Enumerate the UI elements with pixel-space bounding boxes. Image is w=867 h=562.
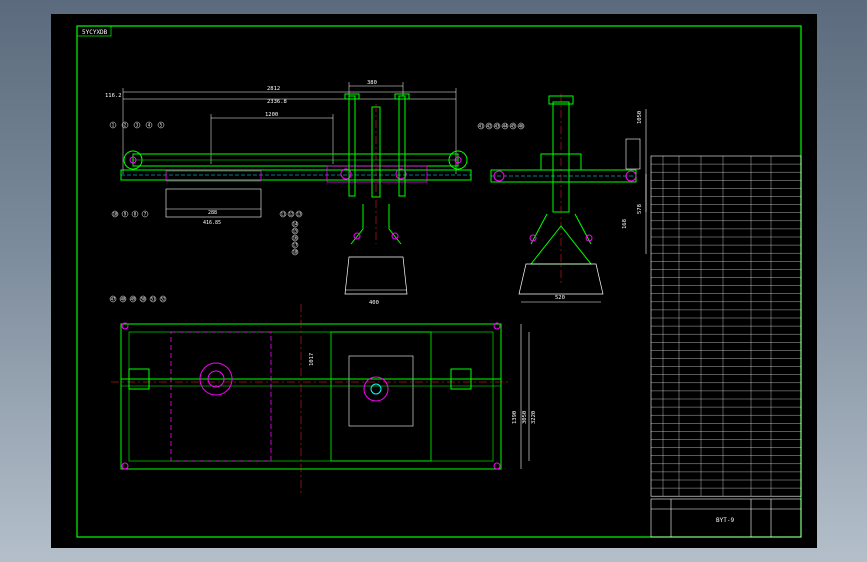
balloon-label: 14: [293, 222, 298, 227]
balloon-label: 18: [293, 250, 298, 255]
dim-low: 168: [622, 219, 628, 229]
balloon-label: 41: [479, 124, 484, 129]
balloon-label: 4: [148, 123, 151, 128]
dim-width: 520: [555, 295, 565, 301]
balloon-label: 46: [519, 124, 524, 129]
balloon-label: 48: [121, 297, 126, 302]
balloon-label: 11: [281, 212, 286, 217]
front-view: [120, 82, 472, 295]
balloon-label: 51: [151, 297, 156, 302]
cad-drawing: 5YCYXDB 2812 116.2 2336.8 1200 380 288 4…: [76, 25, 802, 538]
dim-height: 1050: [637, 111, 643, 124]
balloon-label: 10: [113, 212, 118, 217]
dim-mid: 578: [637, 204, 643, 214]
balloon-label: 45: [511, 124, 516, 129]
dim-base-width: 416.85: [203, 220, 221, 226]
balloon-group: 1 2 3 4 510 9 8 7 11 12 13141516171841 42 43 44 45 4647…: [109, 121, 525, 303]
title-text: BYT-9: [716, 517, 734, 524]
balloon-label: 17: [293, 243, 298, 248]
balloon-label: 50: [141, 297, 146, 302]
drawing-tag: 5YCYXDB: [82, 29, 108, 36]
dim-plan-width: 1390: [512, 411, 518, 424]
balloon-label: 8: [134, 212, 137, 217]
dim-top: 380: [367, 80, 377, 86]
dim-span: 2336.8: [267, 99, 287, 105]
balloon-label: 5: [160, 123, 163, 128]
balloon-label: 16: [293, 236, 298, 241]
dim-plan-off: 1017: [309, 353, 315, 366]
dim-plan-inner: 3220: [531, 411, 537, 424]
balloon-label: 9: [124, 212, 127, 217]
balloon-label: 47: [111, 297, 116, 302]
dim-left: 116.2: [105, 93, 122, 99]
balloon-label: 49: [131, 297, 136, 302]
dim-inner: 1200: [265, 112, 278, 118]
dim-overall: 2812: [267, 86, 280, 92]
balloon-label: 42: [487, 124, 492, 129]
drawing-sheet: 5YCYXDB 2812 116.2 2336.8 1200 380 288 4…: [51, 14, 817, 548]
dim-plan-length: 3050: [522, 411, 528, 424]
balloon-label: 7: [144, 212, 147, 217]
bom-table: [650, 155, 802, 497]
balloon-label: 1: [112, 123, 115, 128]
balloon-label: 13: [297, 212, 302, 217]
balloon-label: 52: [161, 297, 166, 302]
balloon-label: 44: [503, 124, 508, 129]
dim-hopper: 400: [369, 300, 379, 306]
balloon-label: 15: [293, 229, 298, 234]
dim-bottom: 288: [208, 210, 217, 216]
balloon-label: 3: [136, 123, 139, 128]
balloon-label: 43: [495, 124, 500, 129]
balloon-label: 12: [289, 212, 294, 217]
plan-view: [111, 304, 530, 494]
balloon-label: 2: [124, 123, 127, 128]
outer-frame: [76, 25, 802, 538]
